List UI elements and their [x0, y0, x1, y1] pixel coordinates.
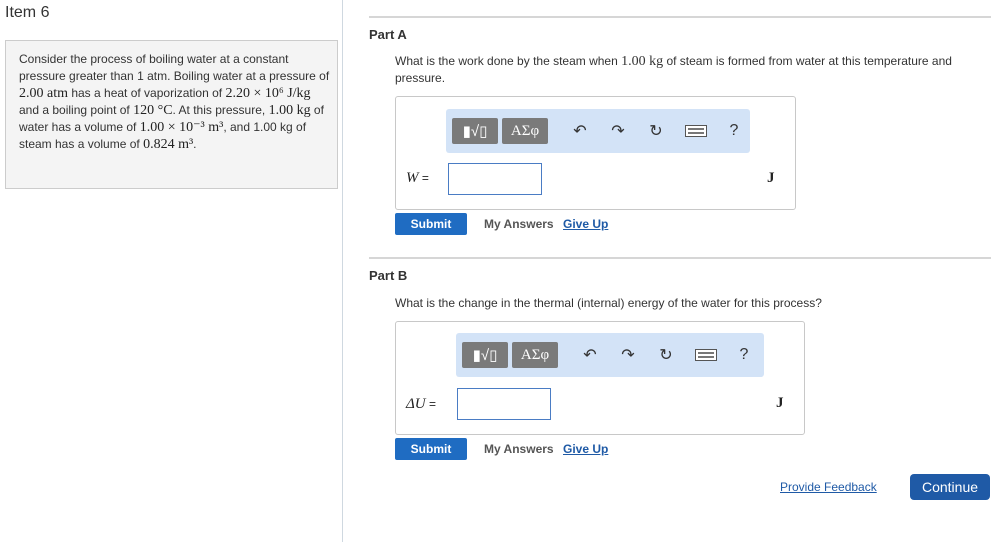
part-a-title: Part A — [369, 27, 407, 42]
problem-math-3: 2.20 × 10⁶ J/kg — [225, 86, 311, 101]
keyboard-icon[interactable] — [693, 345, 719, 365]
problem-text-4: and a boiling point of — [19, 103, 134, 117]
keyboard-icon[interactable] — [683, 121, 709, 141]
part-b-answer-input[interactable] — [457, 388, 551, 420]
part-b-divider — [369, 257, 991, 259]
problem-math-1: 2.00 atm — [19, 86, 68, 101]
problem-text-2: has a heat of vaporization of — [68, 86, 226, 100]
problem-math-9: 1.00 × 10⁻³ m³ — [139, 120, 224, 135]
problem-math-7: 1.00 kg — [268, 103, 311, 118]
part-b-unit: J — [776, 395, 784, 411]
part-b-my-answers-link[interactable]: My Answers — [484, 442, 554, 456]
part-a-answer-box: ▮√▯ ΑΣφ ↶ ↷ ↻ ? W = J — [395, 96, 796, 210]
greek-symbols-button[interactable]: ΑΣφ — [512, 342, 558, 368]
part-a-question-math-1: 1.00 kg — [621, 54, 664, 69]
problem-text-12: . — [193, 137, 197, 151]
help-icon[interactable]: ? — [724, 121, 744, 141]
var-symbol: ΔU — [406, 396, 426, 412]
undo-icon[interactable]: ↶ — [570, 121, 590, 141]
var-symbol: W — [406, 170, 419, 186]
part-a-math-toolbar: ▮√▯ ΑΣφ ↶ ↷ ↻ ? — [446, 109, 750, 153]
problem-text-0: Consider the process of boiling water at… — [19, 52, 330, 83]
greek-label: ΑΣφ — [510, 122, 540, 139]
right-panel: Part A What is the work done by the stea… — [343, 0, 1003, 542]
equals-sign: = — [425, 397, 436, 411]
item-title: Item 6 — [5, 4, 50, 21]
greek-label: ΑΣφ — [520, 346, 550, 363]
template-button[interactable]: ▮√▯ — [462, 342, 508, 368]
problem-math-11: 0.824 m³ — [143, 137, 194, 152]
part-a-my-answers-link[interactable]: My Answers — [484, 217, 554, 231]
part-a-question: What is the work done by the steam when … — [395, 53, 985, 86]
part-a-give-up-link[interactable]: Give Up — [563, 217, 608, 231]
equals-sign: = — [418, 171, 429, 185]
part-b-question: What is the change in the thermal (inter… — [395, 296, 822, 310]
part-a-submit-button[interactable]: Submit — [395, 213, 467, 235]
undo-icon[interactable]: ↶ — [580, 345, 600, 365]
reset-icon[interactable]: ↻ — [646, 121, 666, 141]
template-button[interactable]: ▮√▯ — [452, 118, 498, 144]
continue-button[interactable]: Continue — [910, 474, 990, 500]
left-panel: Item 6 Consider the process of boiling w… — [0, 0, 343, 542]
part-a-question-text-0: What is the work done by the steam when — [395, 54, 622, 68]
problem-text-6: . At this pressure, — [172, 103, 269, 117]
part-b-math-toolbar: ▮√▯ ΑΣφ ↶ ↷ ↻ ? — [456, 333, 764, 377]
part-b-answer-box: ▮√▯ ΑΣφ ↶ ↷ ↻ ? ΔU = J — [395, 321, 805, 435]
redo-icon[interactable]: ↷ — [618, 345, 638, 365]
redo-icon[interactable]: ↷ — [608, 121, 628, 141]
part-b-submit-button[interactable]: Submit — [395, 438, 467, 460]
part-a-answer-input[interactable] — [448, 163, 542, 195]
help-icon[interactable]: ? — [734, 345, 754, 365]
greek-symbols-button[interactable]: ΑΣφ — [502, 118, 548, 144]
problem-statement: Consider the process of boiling water at… — [5, 40, 338, 189]
part-b-variable: ΔU = — [406, 396, 436, 413]
part-a-unit: J — [767, 170, 775, 186]
template-icon: ▮√▯ — [472, 347, 498, 364]
part-a-divider — [369, 16, 991, 18]
problem-math-5: 120 °C — [133, 103, 173, 118]
part-b-title: Part B — [369, 268, 408, 283]
part-a-variable: W = — [406, 170, 429, 187]
part-b-give-up-link[interactable]: Give Up — [563, 442, 608, 456]
template-icon: ▮√▯ — [462, 123, 488, 140]
provide-feedback-link[interactable]: Provide Feedback — [780, 480, 877, 494]
reset-icon[interactable]: ↻ — [656, 345, 676, 365]
